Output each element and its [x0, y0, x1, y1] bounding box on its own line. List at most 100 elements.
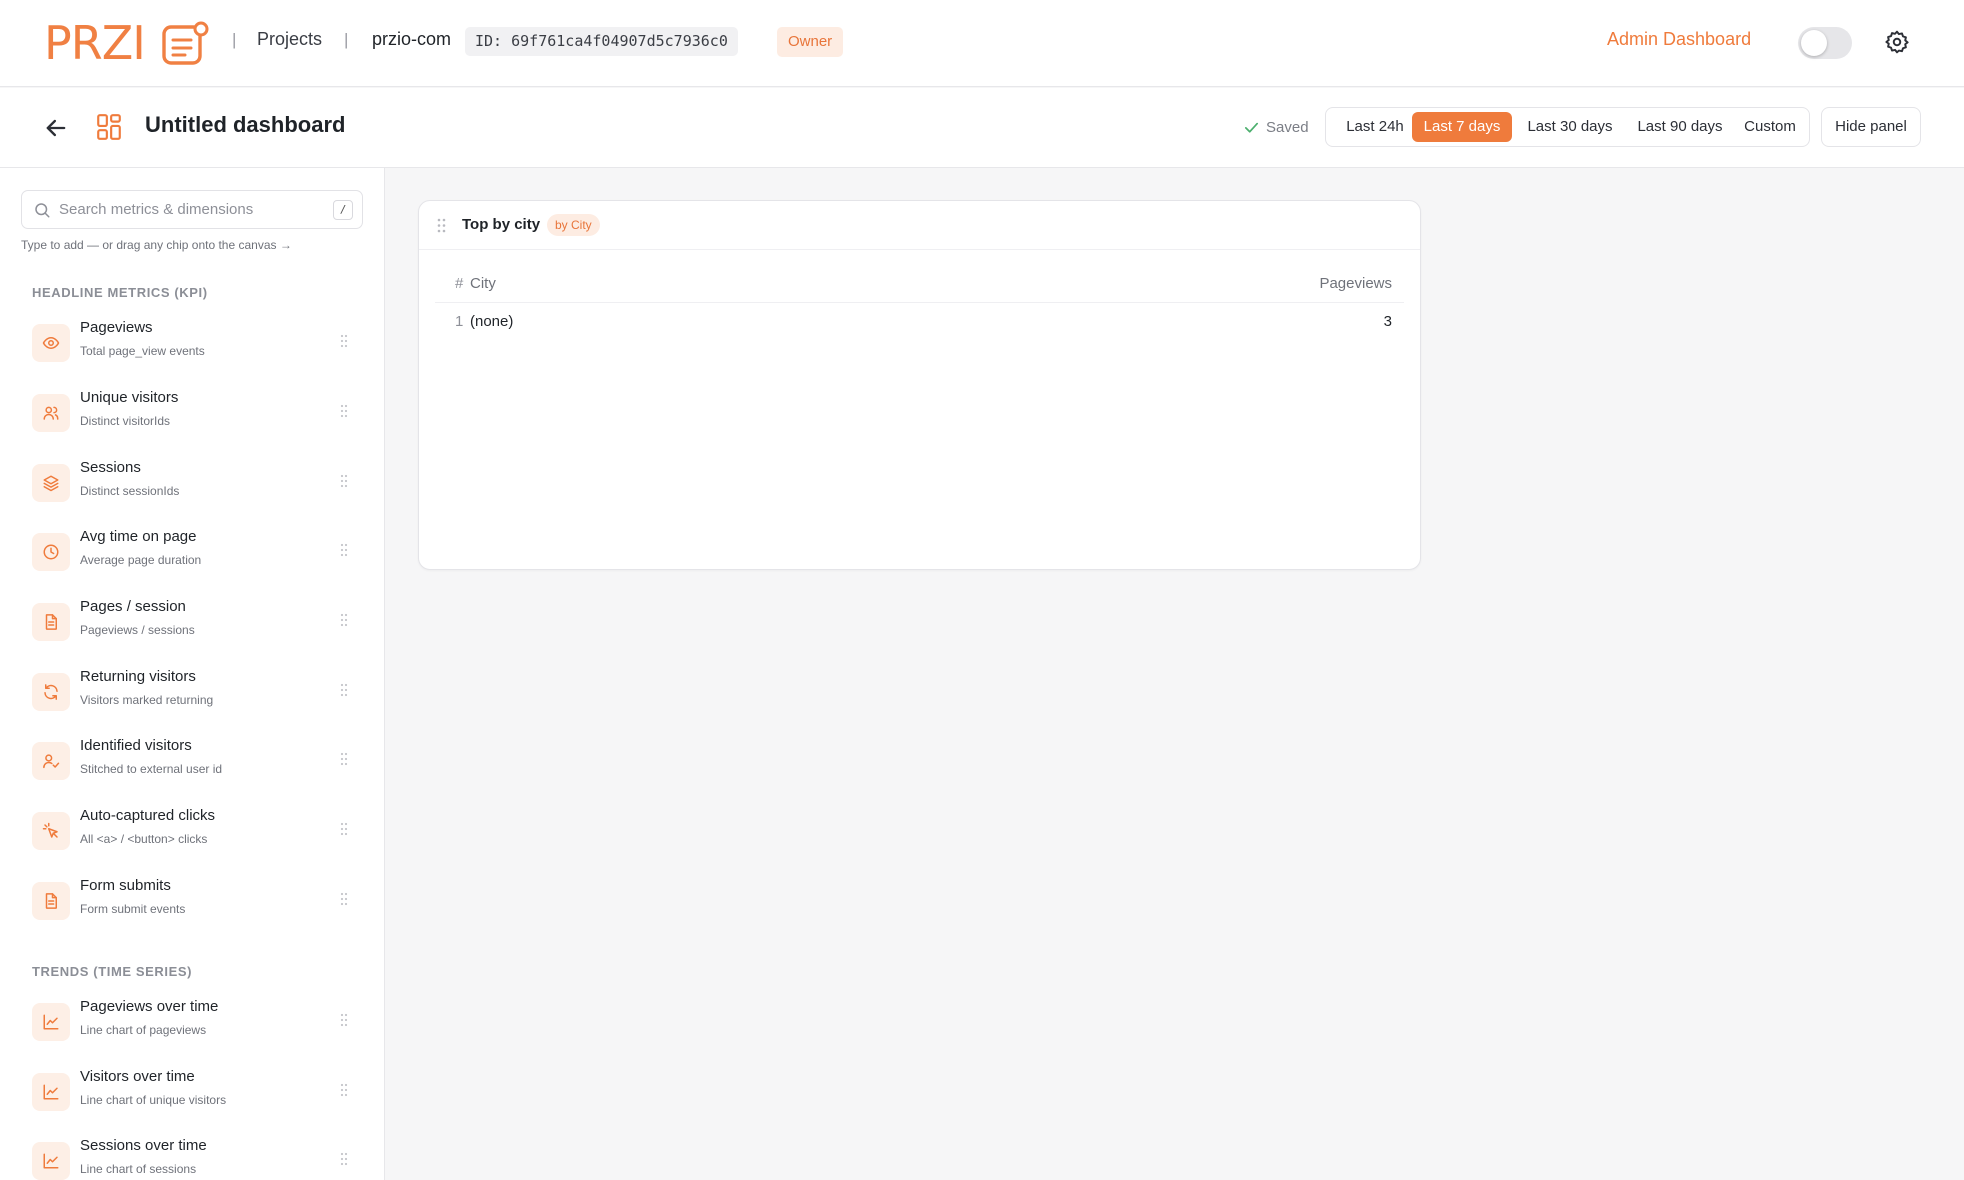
chip-description: Distinct visitorIds [80, 414, 171, 428]
drag-handle-icon[interactable] [340, 1083, 348, 1097]
date-range-selector: Last 24h Last 7 days Last 30 days Last 9… [1325, 107, 1810, 147]
role-badge: Owner [777, 27, 844, 57]
chip-name: Auto-captured clicks [80, 807, 216, 824]
top-navigation: PRZI | Projects | przio-com ID: 69f761ca… [0, 0, 1964, 87]
chip-visitors-over-time[interactable]: Visitors over time Line chart of unique … [32, 1068, 352, 1124]
widget-header: Top by city by City [419, 201, 1420, 250]
chip-name: Visitors over time [80, 1068, 195, 1085]
layers-icon [43, 475, 59, 492]
search-shortcut-key: / [333, 200, 353, 220]
chip-sessions[interactable]: Sessions Distinct sessionIds [32, 459, 352, 515]
theme-toggle[interactable] [1798, 27, 1852, 59]
chip-name: Pages / session [80, 598, 186, 615]
range-custom[interactable]: Custom [1736, 112, 1804, 142]
range-last-30-days[interactable]: Last 30 days [1516, 112, 1624, 142]
row-rank: 1 [455, 313, 464, 330]
chip-description: All <a> / <button> clicks [80, 832, 208, 846]
row-pageviews: 3 [1383, 313, 1392, 330]
chip-auto-captured-clicks[interactable]: Auto-captured clicks All <a> / <button> … [32, 807, 352, 863]
eye-icon [42, 337, 60, 349]
projects-link[interactable]: Projects [257, 29, 322, 50]
column-header-rank: # [455, 275, 464, 292]
drag-handle-icon[interactable] [340, 613, 348, 627]
chip-description: Line chart of sessions [80, 1162, 197, 1176]
line-chart-icon [43, 1084, 59, 1100]
toggle-knob [1801, 30, 1827, 56]
chip-avg-time-on-page[interactable]: Avg time on page Average page duration [32, 528, 352, 584]
pointer-click-icon [42, 822, 58, 838]
chip-name: Form submits [80, 877, 171, 894]
dashboard-grid-icon [97, 114, 121, 140]
clock-icon [43, 544, 59, 560]
save-status: Saved [1243, 116, 1309, 138]
row-city: (none) [470, 313, 514, 330]
range-last-7-days[interactable]: Last 7 days [1412, 112, 1512, 142]
search-box[interactable]: / [21, 190, 363, 229]
logo-text: PRZI [44, 16, 146, 70]
table-header: # City Pageviews [435, 268, 1404, 303]
chip-description: Total page_view events [80, 344, 205, 358]
chip-description: Line chart of unique visitors [80, 1093, 227, 1107]
drag-handle-icon[interactable] [340, 822, 348, 836]
chip-description: Visitors marked returning [80, 693, 214, 707]
saved-label: Saved [1266, 118, 1309, 136]
drag-handle-icon[interactable] [340, 334, 348, 348]
chip-description: Stitched to external user id [80, 762, 223, 776]
drag-handle-icon[interactable] [340, 404, 348, 418]
dashboard-title[interactable]: Untitled dashboard [145, 112, 345, 138]
chip-name: Pageviews [80, 319, 153, 336]
chip-returning-visitors[interactable]: Returning visitors Visitors marked retur… [32, 668, 352, 724]
chip-form-submits[interactable]: Form submits Form submit events [32, 877, 352, 933]
range-last-90-days[interactable]: Last 90 days [1626, 112, 1734, 142]
hide-panel-button[interactable]: Hide panel [1821, 107, 1921, 147]
line-chart-icon [43, 1153, 59, 1169]
chip-pageviews[interactable]: Pageviews Total page_view events [32, 319, 352, 375]
chip-name: Avg time on page [80, 528, 197, 545]
drag-handle-icon[interactable] [340, 752, 348, 766]
check-icon [1244, 122, 1259, 133]
line-chart-icon [43, 1014, 59, 1030]
chip-name: Pageviews over time [80, 998, 219, 1015]
drag-handle-icon[interactable] [340, 1013, 348, 1027]
drag-handle-icon[interactable] [340, 474, 348, 488]
back-arrow-icon[interactable] [42, 114, 70, 142]
chip-description: Average page duration [80, 553, 202, 567]
project-name: przio-com [372, 29, 452, 49]
drag-handle-icon[interactable] [340, 543, 348, 557]
metrics-sidebar: / Type to add — or drag any chip onto th… [0, 168, 385, 1180]
column-header-city: City [470, 275, 496, 292]
search-hint: Type to add — or drag any chip onto the … [21, 238, 292, 252]
chip-unique-visitors[interactable]: Unique visitors Distinct visitorIds [32, 389, 352, 445]
column-header-pageviews: Pageviews [1319, 275, 1392, 292]
drag-handle-icon[interactable] [340, 683, 348, 697]
nav-separator: | [344, 30, 349, 49]
chip-description: Distinct sessionIds [80, 484, 180, 498]
range-last-24h[interactable]: Last 24h [1334, 112, 1416, 142]
chip-sessions-over-time[interactable]: Sessions over time Line chart of session… [32, 1137, 352, 1180]
chip-description: Pageviews / sessions [80, 623, 195, 637]
widget-title: Top by city [462, 216, 541, 233]
chip-name: Identified visitors [80, 737, 192, 754]
search-icon [35, 203, 50, 218]
drag-handle-icon[interactable] [340, 892, 348, 906]
dashboard-canvas[interactable]: Top by city by City # City Pageviews 1 (… [386, 168, 1964, 1180]
chip-name: Unique visitors [80, 389, 179, 406]
drag-handle-icon[interactable] [340, 1152, 348, 1166]
logo-mark-icon [162, 21, 209, 65]
chip-identified-visitors[interactable]: Identified visitors Stitched to external… [32, 737, 352, 793]
nav-separator: | [232, 30, 237, 49]
chip-description: Line chart of pageviews [80, 1023, 207, 1037]
user-check-icon [43, 754, 60, 769]
gear-icon[interactable] [1884, 29, 1910, 55]
search-input[interactable] [59, 191, 309, 228]
chip-pages-per-session[interactable]: Pages / session Pageviews / sessions [32, 598, 352, 654]
project-id-badge: ID: 69f761ca4f04907d5c7936c0 [465, 27, 738, 56]
dashboard-header: Untitled dashboard Saved Last 24h Last 7… [0, 88, 1964, 168]
chip-name: Sessions [80, 459, 141, 476]
widget-top-by-city[interactable]: Top by city by City # City Pageviews 1 (… [418, 200, 1421, 570]
drag-handle-icon[interactable] [437, 218, 446, 233]
chip-pageviews-over-time[interactable]: Pageviews over time Line chart of pagevi… [32, 998, 352, 1054]
chip-name: Returning visitors [80, 668, 196, 685]
przio-logo[interactable]: PRZI [44, 16, 209, 70]
admin-dashboard-link[interactable]: Admin Dashboard [1607, 29, 1751, 50]
